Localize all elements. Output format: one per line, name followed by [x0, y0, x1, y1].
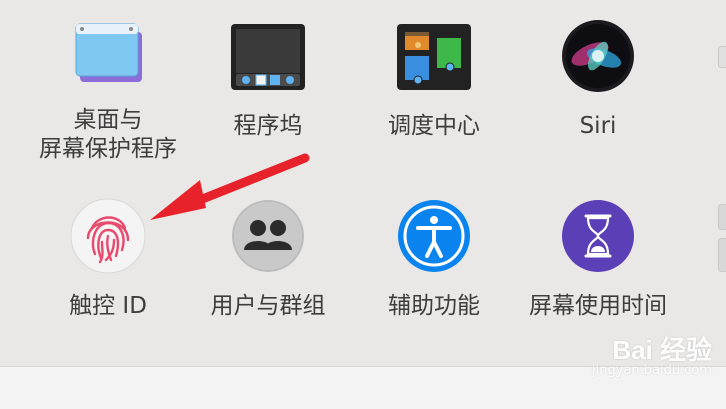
mission-control-label: 调度中心: [388, 113, 480, 139]
edge-control-upper[interactable]: [718, 46, 726, 68]
users-groups-label: 用户与群组: [210, 293, 326, 319]
accessibility-icon: [396, 198, 472, 274]
watermark-brand: Bai 经验: [612, 335, 712, 365]
fingerprint-icon: [70, 198, 146, 274]
dock-label: 程序坞: [233, 113, 303, 139]
annotation-arrow: [150, 153, 310, 220]
hourglass-icon: [560, 198, 636, 274]
pref-desktop-screensaver[interactable]: 桌面与 屏幕保护程序: [28, 18, 188, 164]
pref-siri[interactable]: Siri: [518, 18, 678, 141]
edge-control-bottom[interactable]: [718, 238, 726, 272]
system-preferences-pane: 桌面与 屏幕保护程序 程序坞 调度中心 Siri 触控 ID 用户与群组 辅助功…: [0, 0, 726, 366]
dock-icon: [230, 18, 306, 94]
screen-time-label: 屏幕使用时间: [529, 293, 667, 319]
accessibility-label: 辅助功能: [388, 293, 480, 319]
baidu-watermark: Bai 经验 jingyan.baidu.com: [592, 330, 712, 378]
edge-control-top[interactable]: [718, 204, 726, 230]
desktop-screensaver-icon: [70, 18, 146, 94]
pref-screen-time[interactable]: 屏幕使用时间: [518, 198, 678, 321]
pref-accessibility[interactable]: 辅助功能: [354, 198, 514, 321]
siri-label: Siri: [579, 113, 617, 139]
pref-mission-control[interactable]: 调度中心: [354, 18, 514, 141]
pref-dock[interactable]: 程序坞: [188, 18, 348, 141]
siri-icon: [560, 18, 636, 94]
touch-id-label: 触控 ID: [69, 293, 147, 319]
mission-control-icon: [396, 18, 472, 94]
watermark-site: jingyan.baidu.com: [592, 363, 712, 378]
desktop-screensaver-label-line1: 桌面与: [73, 107, 143, 133]
